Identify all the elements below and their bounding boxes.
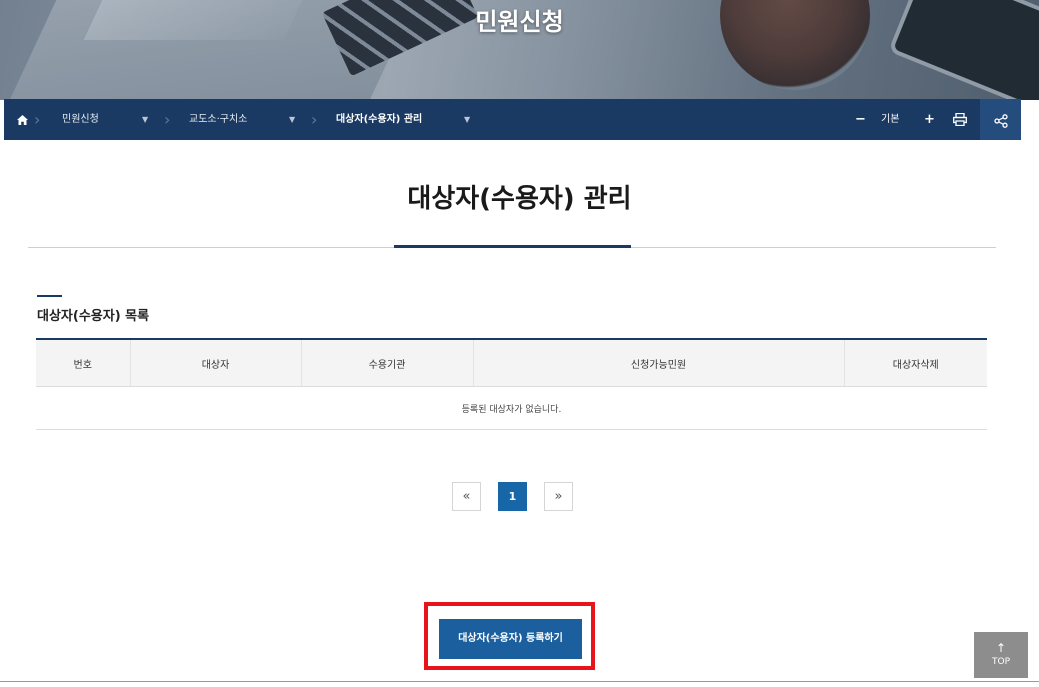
pagination-prev-button[interactable]: « — [452, 482, 481, 511]
scroll-top-button[interactable]: ↑ TOP — [974, 632, 1028, 678]
chevron-down-icon[interactable]: ▼ — [289, 99, 295, 140]
chevron-down-icon[interactable]: ▼ — [464, 99, 470, 140]
breadcrumb-item-1[interactable]: 민원신청 — [62, 99, 99, 140]
empty-table-message: 등록된 대상자가 없습니다. — [36, 386, 987, 430]
title-accent-bar — [394, 245, 631, 248]
font-size-label: 기본 — [881, 114, 900, 125]
page-title: 대상자(수용자) 관리 — [407, 184, 632, 214]
column-header-delete: 대상자삭제 — [843, 339, 987, 387]
table-header-row: 번호 대상자 수용기관 신청가능민원 대상자삭제 — [36, 339, 987, 387]
section-title: 대상자(수용자) 목록 — [37, 309, 150, 324]
pagination-next-button[interactable]: » — [544, 482, 573, 511]
column-header-number: 번호 — [36, 339, 130, 387]
hero-banner: 민원신청 — [0, 0, 1039, 100]
table-row: 등록된 대상자가 없습니다. — [36, 386, 987, 430]
zoom-out-button[interactable]: − — [855, 99, 866, 140]
column-header-institution: 수용기관 — [300, 339, 473, 387]
breadcrumb-separator-icon: › — [164, 110, 171, 129]
home-icon[interactable] — [17, 99, 28, 140]
breadcrumb-item-2[interactable]: 교도소·구치소 — [189, 99, 247, 140]
scroll-top-label: TOP — [991, 657, 1010, 667]
print-icon[interactable] — [953, 99, 967, 140]
section-marker — [37, 295, 62, 297]
chevron-down-icon[interactable]: ▼ — [142, 99, 148, 140]
footer-divider — [0, 681, 1039, 682]
register-recipient-button[interactable]: 대상자(수용자) 등록하기 — [439, 619, 582, 659]
share-icon[interactable] — [980, 99, 1021, 140]
breadcrumb-item-3[interactable]: 대상자(수용자) 관리 — [336, 99, 422, 140]
breadcrumb-bar: › 민원신청 ▼ › 교도소·구치소 ▼ › 대상자(수용자) 관리 ▼ − 기… — [4, 99, 1021, 140]
column-header-recipient: 대상자 — [129, 339, 301, 387]
banner-title: 민원신청 — [475, 8, 564, 36]
zoom-in-button[interactable]: + — [924, 99, 935, 140]
breadcrumb-separator-icon: › — [311, 110, 318, 129]
breadcrumb-separator-icon: › — [34, 110, 41, 129]
column-header-available-services: 신청가능민원 — [472, 339, 844, 387]
pagination-page-1[interactable]: 1 — [498, 482, 527, 511]
recipient-table: 번호 대상자 수용기관 신청가능민원 대상자삭제 등록된 대상자가 없습니다. — [36, 338, 987, 430]
arrow-up-icon: ↑ — [995, 641, 1007, 655]
